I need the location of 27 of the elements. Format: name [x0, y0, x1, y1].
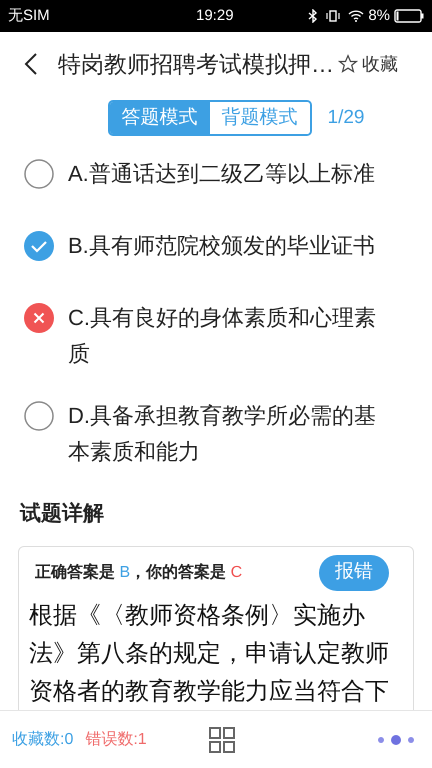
clock-text: 19:29 — [196, 6, 234, 26]
option-text[interactable]: D.具备承担教育教学所必需的基本素质和能力 — [68, 398, 390, 470]
grid-icon[interactable] — [208, 726, 235, 752]
section-heading: 试题详解 — [18, 500, 105, 527]
favorites-count: 收藏数:0 — [12, 730, 74, 750]
option-text[interactable]: A.普通话达到二级乙等以上标准 — [68, 156, 390, 192]
radio-button[interactable] — [24, 159, 54, 189]
page-title: 特岗教师招聘考试模拟押… — [58, 50, 334, 79]
explanation-text: 根据《〈教师资格条例〉实施办法》第八条的规定，申请认定教师资格者的教育教学能力应当符合下 — [29, 600, 390, 706]
star-icon — [338, 54, 358, 74]
favorite-button[interactable]: 收藏 — [338, 50, 398, 78]
vibrate-icon — [326, 10, 340, 22]
option-text[interactable]: C.具有良好的身体素质和心理素质 — [68, 300, 390, 372]
radio-button[interactable] — [24, 401, 54, 431]
question-counter: 1/29 — [328, 106, 364, 130]
wifi-icon — [348, 10, 364, 22]
cross-icon[interactable] — [24, 303, 54, 333]
check-icon[interactable] — [24, 231, 54, 261]
carrier-text: 无SIM — [8, 6, 50, 26]
more-icon[interactable] — [376, 732, 416, 746]
errors-count: 错误数:1 — [85, 730, 147, 750]
back-icon[interactable] — [24, 53, 38, 75]
battery-text: 8% — [368, 6, 390, 26]
answer-summary: 正确答案是 B，你的答案是 C — [35, 562, 242, 582]
option-text[interactable]: B.具有师范院校颁发的毕业证书 — [68, 228, 390, 264]
battery-icon — [394, 9, 424, 23]
bluetooth-icon — [308, 9, 318, 23]
